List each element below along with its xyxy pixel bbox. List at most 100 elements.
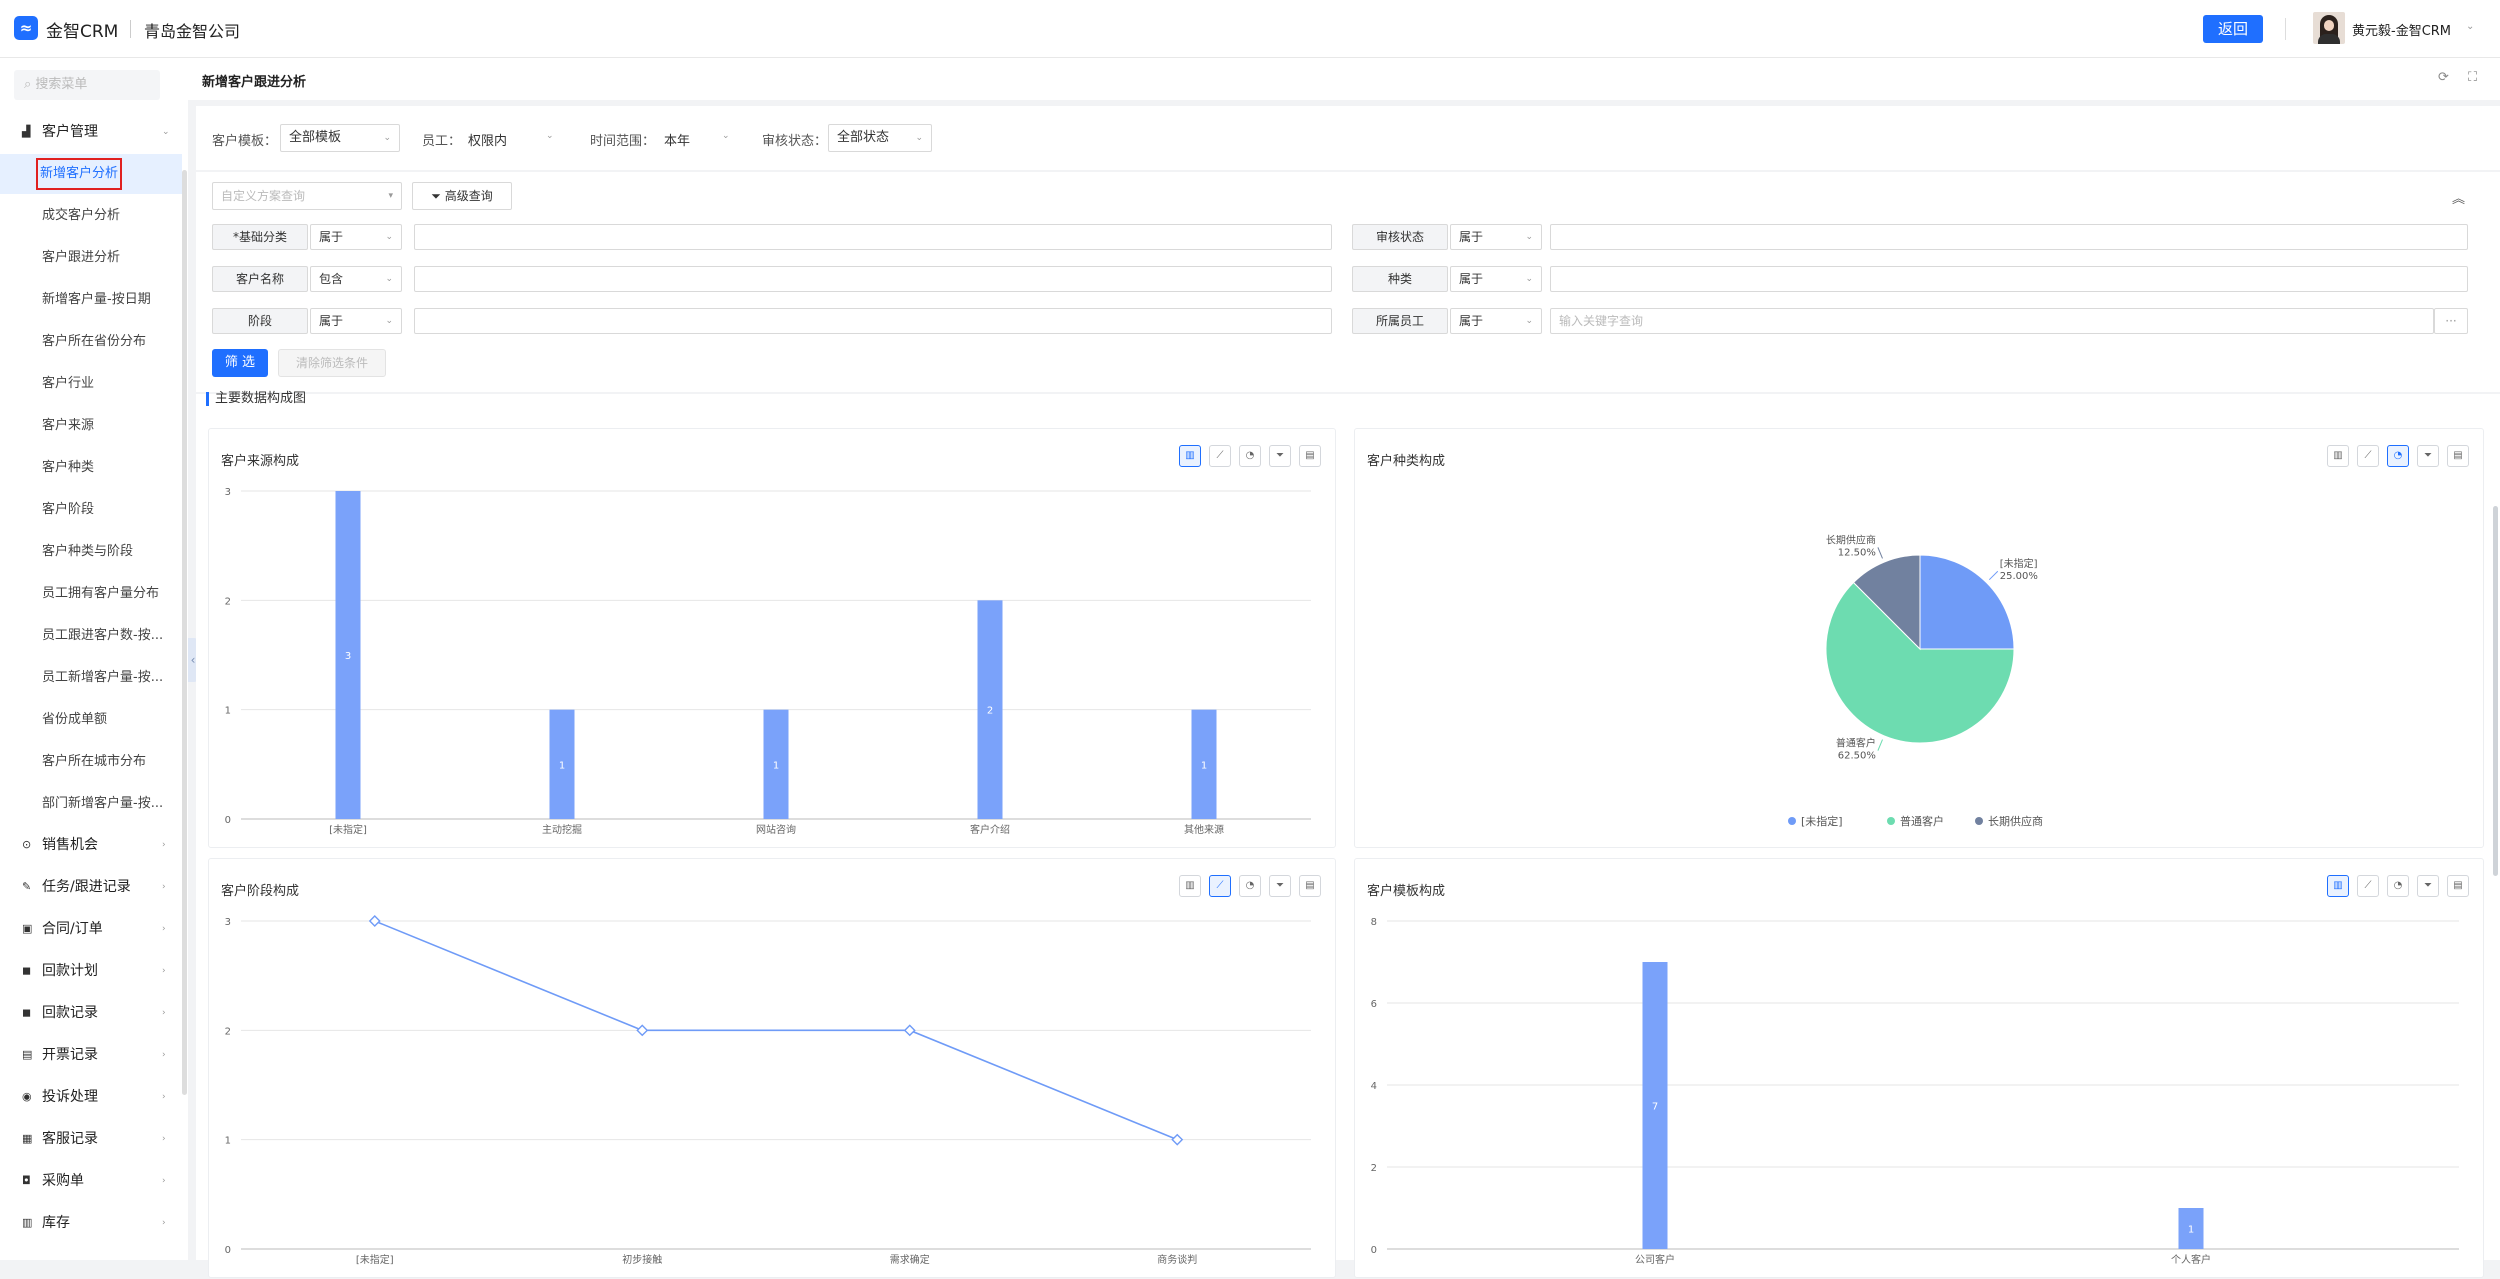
sidebar-item-label: 员工跟进客户数-按... xyxy=(42,628,164,643)
sidebar-group-contracts[interactable]: ▣ 合同/订单 › xyxy=(0,911,182,947)
sidebar-item[interactable]: 客户所在城市分布 xyxy=(0,742,182,782)
staff-keyword-input[interactable]: 输入关键字查询 xyxy=(1550,308,2434,334)
y-tick-label: 0 xyxy=(225,1245,231,1256)
refresh-icon[interactable]: ⟳ xyxy=(2438,70,2449,85)
bar-value-label: 7 xyxy=(1652,1102,1658,1113)
sidebar-item[interactable]: 员工跟进客户数-按... xyxy=(0,616,182,656)
sidebar-item-new-customer[interactable]: 新增客户分析 xyxy=(0,154,182,194)
page-scrollbar[interactable] xyxy=(2493,506,2498,876)
back-button[interactable]: 返回 xyxy=(2203,15,2263,43)
y-tick-label: 8 xyxy=(1371,917,1377,928)
sidebar-group-payment-plan[interactable]: ◼ 回款计划 › xyxy=(0,953,182,989)
stage-value-input[interactable] xyxy=(414,308,1332,334)
operator-select[interactable]: 包含 ⌄ xyxy=(310,266,402,292)
sidebar-group-tasks[interactable]: ✎ 任务/跟进记录 › xyxy=(0,869,182,905)
app-logo-text[interactable]: 金智CRM xyxy=(46,17,118,42)
sidebar-item[interactable]: 员工拥有客户量分布 xyxy=(0,574,182,614)
sidebar-group-label: 回款记录 xyxy=(42,1005,98,1021)
sidebar-item[interactable]: 客户阶段 xyxy=(0,490,182,530)
filter-label-stage: 阶段 xyxy=(212,308,308,334)
chart-card-template: 客户模板构成 ▥ ⟋ ◔ ⏷ ▤ 0 2 4 6 8 公司客户 7 个人客户 1 xyxy=(1354,858,2484,1278)
chevron-down-icon: ⌄ xyxy=(385,274,393,284)
legend-label: 普通客户 xyxy=(1900,814,1944,828)
sidebar-group-payment-records[interactable]: ◼ 回款记录 › xyxy=(0,995,182,1031)
filter-button[interactable]: 筛 选 xyxy=(212,349,268,377)
range-label: 时间范围： xyxy=(590,134,656,149)
line-chart-stage: 0123[未指定] 初步接触 需求确定 商务谈判 xyxy=(225,915,1311,1266)
y-tick-label: 2 xyxy=(225,1026,231,1037)
chevron-down-icon[interactable]: ⌄ xyxy=(546,131,554,141)
sidebar-group-inventory[interactable]: ▥ 库存 › xyxy=(0,1205,182,1241)
sidebar-item-label: 客户种类 xyxy=(42,460,95,475)
sidebar-group-customer[interactable]: ▟ 客户管理 ⌄ xyxy=(0,114,182,150)
filter-label-name: 客户名称 xyxy=(212,266,308,292)
chevron-down-icon[interactable]: ⌄ xyxy=(722,131,730,141)
legend-marker xyxy=(1887,817,1895,825)
sidebar-item[interactable]: 客户行业 xyxy=(0,364,182,404)
sidebar-item-label: 成交客户分析 xyxy=(42,208,121,223)
slice-name-label: 普通客户 xyxy=(1836,737,1876,750)
customer-name-input[interactable] xyxy=(414,266,1332,292)
chevron-right-icon: › xyxy=(162,840,166,850)
operator-select[interactable]: 属于 ⌄ xyxy=(1450,266,1542,292)
opportunity-icon: ⊙ xyxy=(22,838,32,851)
operator-select[interactable]: 属于 ⌄ xyxy=(310,308,402,334)
service-icon: ▦ xyxy=(22,1132,33,1145)
chevron-down-icon[interactable]: ⌄ xyxy=(2466,21,2474,32)
range-select[interactable]: 本年 xyxy=(664,130,690,149)
audit-value-input[interactable] xyxy=(1550,224,2468,250)
sidebar-group-complaints[interactable]: ◉ 投诉处理 › xyxy=(0,1079,182,1115)
sidebar-item[interactable]: 客户种类 xyxy=(0,448,182,488)
sidebar-scrollbar[interactable] xyxy=(182,170,187,1095)
operator-value: 属于 xyxy=(1459,314,1484,328)
sidebar-item[interactable]: 客户所在省份分布 xyxy=(0,322,182,362)
chevron-down-icon: ⌄ xyxy=(1525,316,1533,326)
sidebar-group-sales-opportunity[interactable]: ⊙ 销售机会 › xyxy=(0,827,182,863)
y-tick-label: 2 xyxy=(1371,1163,1377,1174)
sidebar-item-label: 客户阶段 xyxy=(42,502,95,517)
audit-select[interactable]: 全部状态 ⌄ xyxy=(828,124,932,152)
sidebar-item[interactable]: 客户跟进分析 xyxy=(0,238,182,278)
operator-select[interactable]: 属于 ⌄ xyxy=(1450,308,1542,334)
sidebar-group-invoices[interactable]: ▤ 开票记录 › xyxy=(0,1037,182,1073)
kind-value-input[interactable] xyxy=(1550,266,2468,292)
fullscreen-icon[interactable]: ⛶ xyxy=(2468,70,2477,85)
staff-select[interactable]: 权限内 xyxy=(468,130,507,149)
user-name[interactable]: 黄元毅-金智CRM xyxy=(2352,20,2451,39)
template-select[interactable]: 全部模板 ⌄ xyxy=(280,124,400,152)
x-tick-label: 客户介绍 xyxy=(970,823,1010,836)
scheme-select[interactable]: 自定义方案查询 ▾ xyxy=(212,182,402,210)
operator-value: 属于 xyxy=(319,230,344,244)
operator-select[interactable]: 属于 ⌄ xyxy=(310,224,402,250)
chevron-down-icon: ⌄ xyxy=(385,232,393,242)
legend-label: 长期供应商 xyxy=(1988,814,2043,828)
sidebar-item[interactable]: 新增客户量-按日期 xyxy=(0,280,182,320)
sidebar-item[interactable]: 客户种类与阶段 xyxy=(0,532,182,572)
advanced-query-label: 高级查询 xyxy=(444,189,493,203)
sidebar-group-service[interactable]: ▦ 客服记录 › xyxy=(0,1121,182,1157)
sidebar-item[interactable]: 客户来源 xyxy=(0,406,182,446)
operator-select[interactable]: 属于 ⌄ xyxy=(1450,224,1542,250)
sidebar-item[interactable]: 员工新增客户量-按... xyxy=(0,658,182,698)
sidebar-group-label: 销售机会 xyxy=(42,837,98,853)
category-value-input[interactable] xyxy=(414,224,1332,250)
sidebar-group-label: 投诉处理 xyxy=(42,1089,98,1105)
sidebar-item[interactable]: 省份成单额 xyxy=(0,700,182,740)
legend-marker xyxy=(1788,817,1796,825)
operator-value: 包含 xyxy=(319,272,344,286)
sidebar-group-purchase[interactable]: ◘ 采购单 › xyxy=(0,1163,182,1199)
advanced-query-button[interactable]: ⏷ 高级查询 xyxy=(412,182,512,210)
sidebar-group-label: 客户管理 xyxy=(42,124,98,140)
y-tick-label: 2 xyxy=(225,596,231,607)
chevron-down-icon: ⌄ xyxy=(915,133,923,143)
collapse-up-icon[interactable]: ︽ xyxy=(2452,188,2465,207)
quick-filter-bar: 客户模板： 全部模板 ⌄ 员工： 权限内 ⌄ 时间范围： 本年 ⌄ 审核状态： 全… xyxy=(196,106,2500,170)
more-button[interactable]: ··· xyxy=(2434,308,2468,334)
label-leader xyxy=(1988,570,1999,581)
sidebar-item[interactable]: 成交客户分析 xyxy=(0,196,182,236)
sidebar-item[interactable]: 部门新增客户量-按... xyxy=(0,784,182,824)
menu-search-input[interactable]: ⌕ 搜索菜单 xyxy=(14,70,160,100)
search-placeholder: 搜索菜单 xyxy=(35,77,88,92)
avatar[interactable] xyxy=(2313,12,2345,44)
filter-label-audit: 审核状态 xyxy=(1352,224,1448,250)
